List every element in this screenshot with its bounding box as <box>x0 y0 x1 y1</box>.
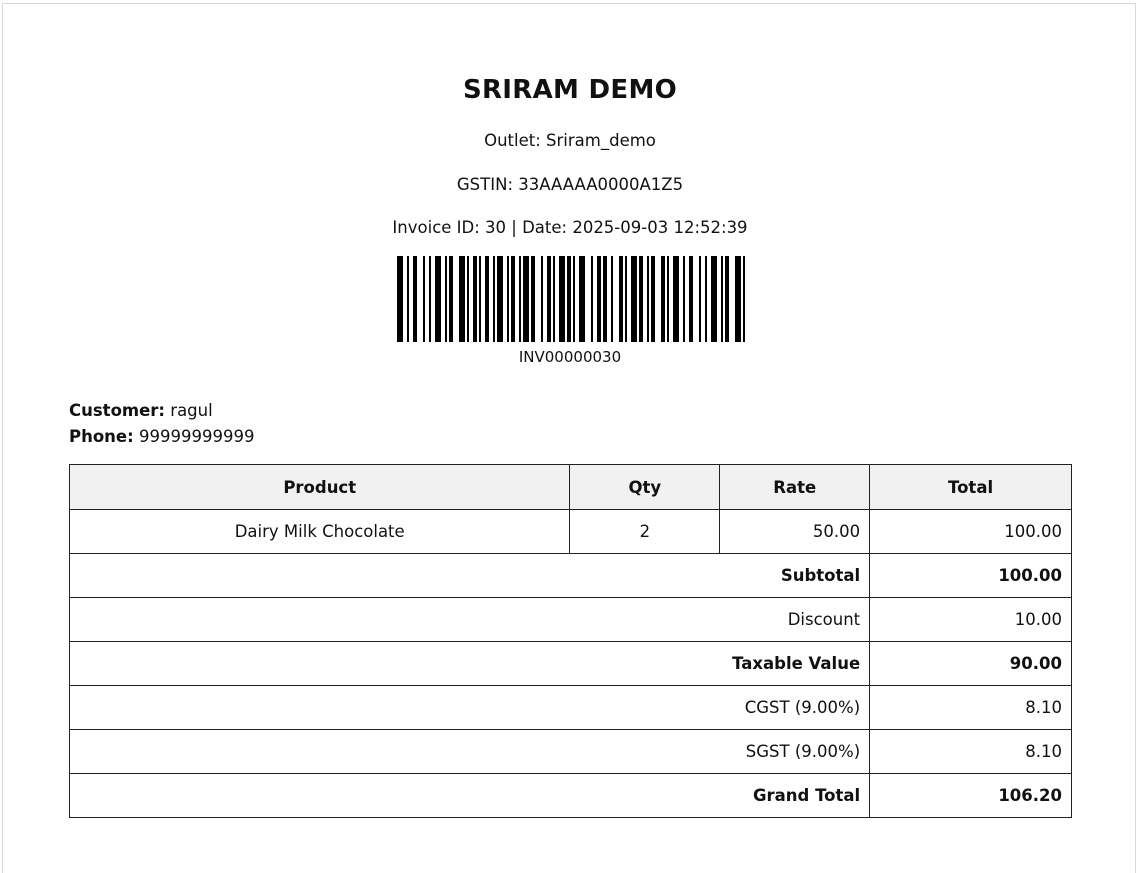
barcode-text: INV00000030 <box>518 348 622 366</box>
barcode-bar <box>445 256 447 342</box>
barcode-bar <box>423 256 425 342</box>
barcode-bar <box>683 256 685 342</box>
header-product: Product <box>68 464 571 510</box>
barcode-bar <box>467 256 469 342</box>
barcode-bar <box>553 256 555 342</box>
barcode-bar <box>667 256 669 342</box>
summary-row-cgst: CGST (9.00%) 8.10 <box>68 685 1072 730</box>
header-qty: Qty <box>569 464 721 510</box>
discount-label: Discount <box>68 597 871 642</box>
barcode-bar <box>579 256 585 342</box>
barcode-bar <box>413 256 417 342</box>
table-row: Dairy Milk Chocolate 2 50.00 100.00 <box>68 509 1072 554</box>
summary-row-taxable: Taxable Value 90.00 <box>68 641 1072 686</box>
barcode-bar <box>631 256 637 342</box>
barcode-bar <box>567 256 571 342</box>
item-product: Dairy Milk Chocolate <box>68 509 571 554</box>
table-header-row: Product Qty Rate Total <box>68 464 1072 510</box>
barcode-bar <box>661 256 665 342</box>
barcode-bar <box>743 256 745 342</box>
barcode-bar <box>547 256 551 342</box>
phone-label: Phone: <box>69 427 134 446</box>
taxable-value: 90.00 <box>869 641 1072 686</box>
barcode-bar <box>531 256 535 342</box>
phone-value: 99999999999 <box>138 427 255 446</box>
gstin-line: GSTIN: 33AAAAA0000A1Z5 <box>456 175 684 194</box>
barcode-bar <box>705 256 707 342</box>
barcode-bar <box>625 256 627 342</box>
summary-row-grand-total: Grand Total 106.20 <box>68 773 1072 818</box>
store-name: SRIRAM DEMO <box>462 75 678 105</box>
item-qty: 2 <box>569 509 721 554</box>
barcode-bar <box>459 256 465 342</box>
header-total: Total <box>869 464 1072 510</box>
phone-line: Phone: 99999999999 <box>69 427 254 446</box>
customer-value: ragul <box>170 401 213 420</box>
subtotal-label: Subtotal <box>68 553 871 598</box>
cgst-label: CGST (9.00%) <box>68 685 871 730</box>
discount-value: 10.00 <box>869 597 1072 642</box>
barcode-bar <box>407 256 409 342</box>
outlet-line: Outlet: Sriram_demo <box>484 131 656 150</box>
barcode-bar <box>485 256 489 342</box>
summary-row-discount: Discount 10.00 <box>68 597 1072 642</box>
sgst-label: SGST (9.00%) <box>68 729 871 774</box>
barcode-bar <box>473 256 477 342</box>
barcode-icon <box>397 256 745 342</box>
barcode-bar <box>735 256 741 342</box>
barcode-bar <box>559 256 565 342</box>
barcode-bar <box>497 256 503 342</box>
barcode-bar <box>699 256 701 342</box>
barcode-bar <box>511 256 515 342</box>
barcode-bar <box>541 256 543 342</box>
invoice-id-date: Invoice ID: 30 | Date: 2025-09-03 12:52:… <box>392 218 748 237</box>
item-rate: 50.00 <box>719 509 871 554</box>
barcode-bar <box>597 256 601 342</box>
grand-total-label: Grand Total <box>68 773 871 818</box>
barcode-bar <box>429 256 431 342</box>
barcode-bar <box>523 256 529 342</box>
barcode-bar <box>507 256 509 342</box>
taxable-label: Taxable Value <box>68 641 871 686</box>
cgst-value: 8.10 <box>869 685 1072 730</box>
barcode-bar <box>639 256 643 342</box>
barcode-bar <box>619 256 623 342</box>
header-rate: Rate <box>719 464 871 510</box>
barcode-bar <box>591 256 593 342</box>
barcode-bar <box>725 256 729 342</box>
barcode-bar <box>611 256 613 342</box>
invoice-page: SRIRAM DEMO Outlet: Sriram_demo GSTIN: 3… <box>2 3 1136 873</box>
item-total: 100.00 <box>869 509 1072 554</box>
grand-total-value: 106.20 <box>869 773 1072 818</box>
barcode-bar <box>573 256 575 342</box>
subtotal-value: 100.00 <box>869 553 1072 598</box>
barcode-bar <box>479 256 481 342</box>
summary-row-subtotal: Subtotal 100.00 <box>68 553 1072 598</box>
barcode-bar <box>689 256 693 342</box>
barcode-bar <box>603 256 607 342</box>
customer-line: Customer: ragul <box>69 401 213 420</box>
sgst-value: 8.10 <box>869 729 1072 774</box>
barcode-bar <box>435 256 441 342</box>
summary-row-sgst: SGST (9.00%) 8.10 <box>68 729 1072 774</box>
barcode-bar <box>449 256 453 342</box>
barcode-bar <box>647 256 649 342</box>
barcode-bar <box>721 256 723 342</box>
invoice-table: Product Qty Rate Total Dairy Milk Chocol… <box>68 464 1072 818</box>
barcode-bar <box>651 256 655 342</box>
barcode-bar <box>397 256 403 342</box>
customer-label: Customer: <box>69 401 166 420</box>
barcode-bar <box>673 256 679 342</box>
barcode-bar <box>519 256 521 342</box>
barcode-bar <box>711 256 717 342</box>
barcode-bar <box>493 256 495 342</box>
